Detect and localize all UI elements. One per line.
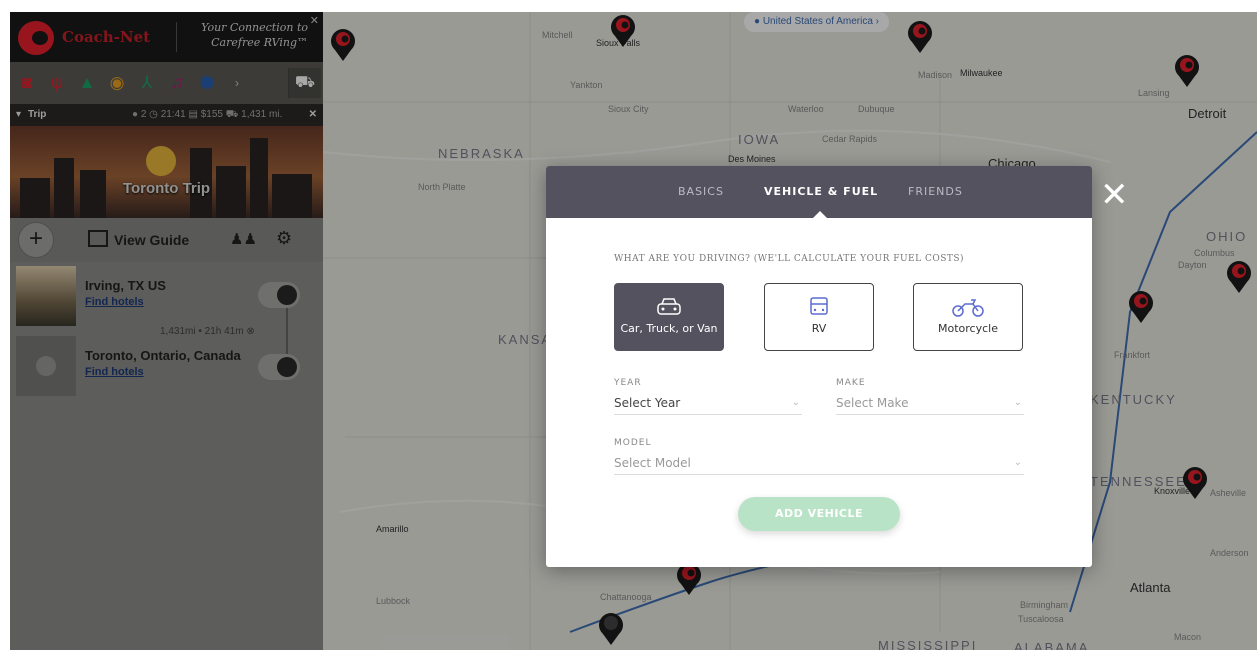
close-icon[interactable]: ✕ (1100, 178, 1129, 212)
vehicle-type-label: Car, Truck, or Van (620, 322, 718, 335)
car-icon (657, 298, 681, 315)
tab-basics[interactable]: BASICS (678, 185, 724, 198)
motorcycle-icon (952, 299, 984, 317)
vehicle-type-rv[interactable]: RV (764, 283, 874, 351)
vehicle-type-label: RV (811, 322, 827, 335)
year-select-value: Select Year (614, 396, 681, 410)
year-label: YEAR (614, 378, 642, 388)
rv-icon (810, 297, 828, 315)
tab-friends[interactable]: FRIENDS (908, 185, 963, 198)
app-stage: NEBRASKA IOWA KANSAS OHIO KENTUCKY TENNE… (10, 12, 1257, 650)
chevron-down-icon: ⌄ (791, 397, 800, 408)
chevron-down-icon: ⌄ (1013, 457, 1022, 468)
add-vehicle-button[interactable]: ADD VEHICLE (738, 497, 900, 531)
chevron-down-icon: ⌄ (1013, 397, 1022, 408)
vehicle-question: WHAT ARE YOU DRIVING? (WE'LL CALCULATE Y… (614, 254, 965, 264)
make-label: MAKE (836, 378, 866, 388)
model-select-value: Select Model (614, 456, 691, 470)
make-select-value: Select Make (836, 396, 909, 410)
make-select[interactable]: Select Make ⌄ (836, 394, 1024, 415)
modal-tabs: BASICS VEHICLE & FUEL FRIENDS (546, 166, 1092, 218)
vehicle-type-car[interactable]: Car, Truck, or Van (614, 283, 724, 351)
model-label: MODEL (614, 438, 652, 448)
vehicle-modal: BASICS VEHICLE & FUEL FRIENDS WHAT ARE Y… (546, 166, 1092, 567)
year-select[interactable]: Select Year ⌄ (614, 394, 802, 415)
vehicle-type-label: Motorcycle (938, 322, 998, 335)
vehicle-type-motorcycle[interactable]: Motorcycle (913, 283, 1023, 351)
model-select[interactable]: Select Model ⌄ (614, 454, 1024, 475)
active-tab-indicator (813, 211, 827, 218)
tab-vehicle-fuel[interactable]: VEHICLE & FUEL (764, 185, 878, 198)
